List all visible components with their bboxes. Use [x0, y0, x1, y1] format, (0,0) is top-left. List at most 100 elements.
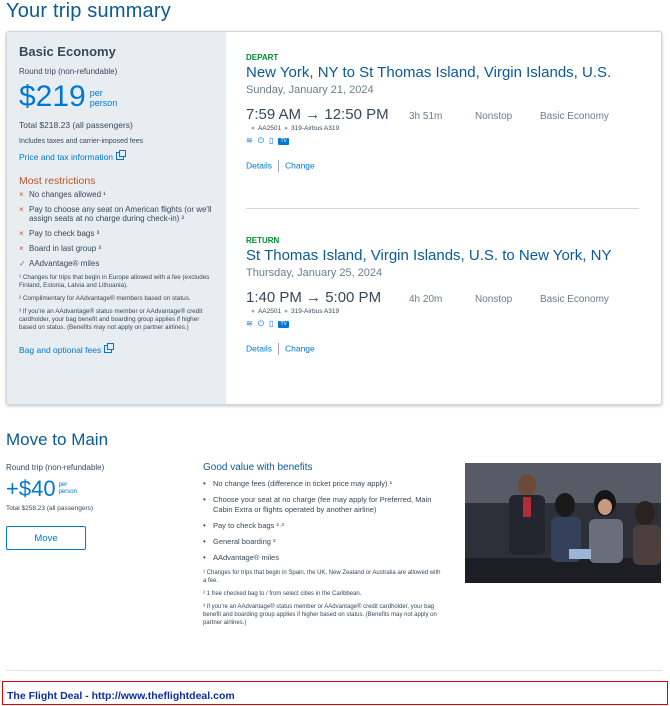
depart-flight-info: ● AA2501 ● 319-Airbus A319: [251, 125, 340, 132]
flight-deal-banner: The Flight Deal - http://www.theflightde…: [2, 681, 668, 705]
wifi-icon: ≋: [246, 319, 253, 328]
benefit-text: Choose your seat at no charge (fee may a…: [213, 495, 432, 514]
person-label: person: [89, 98, 118, 108]
restrictions-list: × No changes allowed ¹ × Pay to choose any…: [19, 190, 214, 268]
move-to-main-title: Move to Main: [6, 430, 109, 449]
main-footnote: ³ If you're an AAdvantage® status member…: [203, 604, 437, 626]
benefit-text: No change fees (difference in ticket pri…: [213, 479, 393, 488]
return-date: Thursday, January 25, 2024: [246, 267, 383, 279]
main-price: +$40: [6, 476, 56, 501]
depart-route: New York, NY to St Thomas Island, Virgin…: [246, 64, 612, 81]
fare-per-person: per person: [90, 88, 118, 108]
power-icon: ⏻: [257, 136, 265, 145]
return-label: RETURN: [246, 236, 280, 245]
main-total: Total $258.23 (all passengers): [6, 505, 94, 512]
x-icon: ×: [19, 244, 24, 253]
depart-amenities: ≋ ⏻ ▯ TV: [246, 136, 641, 146]
tv-icon: TV: [278, 321, 289, 328]
return-details-link[interactable]: Details: [246, 343, 272, 353]
return-cabin: Basic Economy: [540, 294, 609, 305]
x-icon: ×: [19, 229, 24, 238]
restriction-text: Pay to check bags ³: [29, 229, 100, 238]
restriction-item: ✓ AAdvantage® miles: [19, 259, 214, 268]
fare-footnote: ³ If you're an AAdvantage® status member…: [19, 308, 203, 331]
main-price-row: +$40 per person: [6, 477, 186, 501]
restrictions-title: Most restrictions: [19, 175, 96, 187]
phone-icon: ▯: [269, 136, 274, 145]
depart-details-link[interactable]: Details: [246, 160, 272, 170]
checkmark-icon: ✓: [19, 259, 26, 268]
benefit-item: • No change fees (difference in ticket pr…: [203, 479, 393, 488]
aircraft: 319-Airbus A319: [291, 125, 340, 132]
benefit-text: Pay to check bags ²·³: [213, 521, 284, 530]
main-fare-summary: Round trip (non-refundable) +$40 per per…: [6, 463, 186, 550]
depart-label: DEPART: [246, 53, 279, 62]
fare-price: $219: [19, 80, 86, 113]
restriction-item: × No changes allowed ¹: [19, 190, 214, 199]
wifi-icon: ≋: [246, 136, 253, 145]
fare-panel: Basic Economy Round trip (non-refundable…: [7, 32, 226, 404]
depart-times-row: 7:59 AM → 12:50 PM 3h 51m Nonstop Basic …: [246, 106, 641, 123]
return-route: St Thomas Island, Virgin Islands, U.S. t…: [246, 247, 612, 264]
benefit-item: • Choose your seat at no charge (fee may …: [203, 495, 448, 515]
depart-times: 7:59 AM → 12:50 PM: [246, 106, 389, 123]
per-label: per: [58, 482, 68, 488]
benefit-item: • General boarding ³: [203, 537, 276, 546]
passengers-photo: [465, 463, 661, 583]
phone-icon: ▯: [269, 319, 274, 328]
external-link-icon: [104, 342, 115, 353]
benefits-list: • No change fees (difference in ticket pr…: [203, 479, 448, 563]
main-per-person: per person: [59, 482, 77, 496]
segment-divider: [246, 208, 639, 209]
benefit-item: • Pay to check bags ²·³: [203, 521, 284, 530]
bag-fees-link[interactable]: Bag and optional fees: [19, 345, 101, 355]
x-icon: ×: [19, 205, 24, 214]
move-button[interactable]: Move: [6, 526, 86, 550]
power-icon: ⏻: [257, 319, 265, 328]
restriction-text: AAdvantage® miles: [29, 259, 100, 268]
return-times: 1:40 PM → 5:00 PM: [246, 289, 382, 306]
itinerary-panel: DEPART New York, NY to St Thomas Island,…: [246, 32, 646, 404]
depart-segment: DEPART New York, NY to St Thomas Island,…: [246, 53, 641, 172]
fare-includes: Includes taxes and carrier-imposed fees: [19, 138, 144, 145]
main-benefits: Good value with benefits • No change fees…: [203, 462, 448, 632]
main-trip-type: Round trip (non-refundable): [6, 463, 105, 472]
return-flight-info: ● AA2501 ● 319-Airbus A319: [251, 308, 340, 315]
return-change-link[interactable]: Change: [285, 343, 315, 353]
main-footnote: ¹ Changes for trips that begin in Spain,…: [203, 570, 441, 584]
per-label: per: [89, 88, 103, 98]
benefits-title: Good value with benefits: [203, 462, 313, 473]
fare-trip-type: Round trip (non-refundable): [19, 67, 118, 76]
tv-icon: TV: [278, 138, 289, 145]
return-amenities: ≋ ⏻ ▯ TV: [246, 319, 641, 329]
depart-duration: 3h 51m: [409, 111, 443, 122]
depart-actions: Details Change: [246, 160, 641, 172]
page-title: Your trip summary: [6, 0, 171, 22]
fare-name: Basic Economy: [19, 44, 116, 59]
flight-deal-text[interactable]: The Flight Deal - http://www.theflightde…: [7, 690, 235, 702]
restriction-item: × Board in last group ³: [19, 244, 214, 253]
benefit-text: General boarding ³: [213, 537, 276, 546]
restriction-item: × Pay to choose any seat on American flig…: [19, 205, 214, 223]
fare-footnote: ¹ Changes for trips that begin in Europe…: [19, 274, 210, 289]
depart-date: Sunday, January 21, 2024: [246, 84, 374, 96]
restriction-item: × Pay to check bags ³: [19, 229, 214, 238]
aircraft: 319-Airbus A319: [291, 308, 340, 315]
fare-price-row: $219 per person: [19, 80, 214, 114]
benefit-item: • AAdvantage® miles: [203, 553, 279, 562]
divider: [6, 670, 662, 671]
return-times-row: 1:40 PM → 5:00 PM 4h 20m Nonstop Basic E…: [246, 289, 641, 306]
return-stops: Nonstop: [475, 294, 513, 305]
fare-footnote: ² Complimentary for AAdvantage® members …: [19, 295, 191, 302]
restriction-text: No changes allowed ¹: [29, 190, 106, 199]
price-tax-link[interactable]: Price and tax information: [19, 152, 113, 162]
depart-change-link[interactable]: Change: [285, 160, 315, 170]
return-segment: RETURN St Thomas Island, Virgin Islands,…: [246, 236, 641, 355]
flight-number: AA2501: [257, 308, 282, 315]
restriction-text: Pay to choose any seat on American fligh…: [29, 205, 212, 223]
return-duration: 4h 20m: [409, 294, 443, 305]
trip-summary-card: Basic Economy Round trip (non-refundable…: [6, 31, 662, 405]
x-icon: ×: [19, 190, 24, 199]
depart-stops: Nonstop: [475, 111, 513, 122]
benefit-text: AAdvantage® miles: [213, 553, 279, 562]
